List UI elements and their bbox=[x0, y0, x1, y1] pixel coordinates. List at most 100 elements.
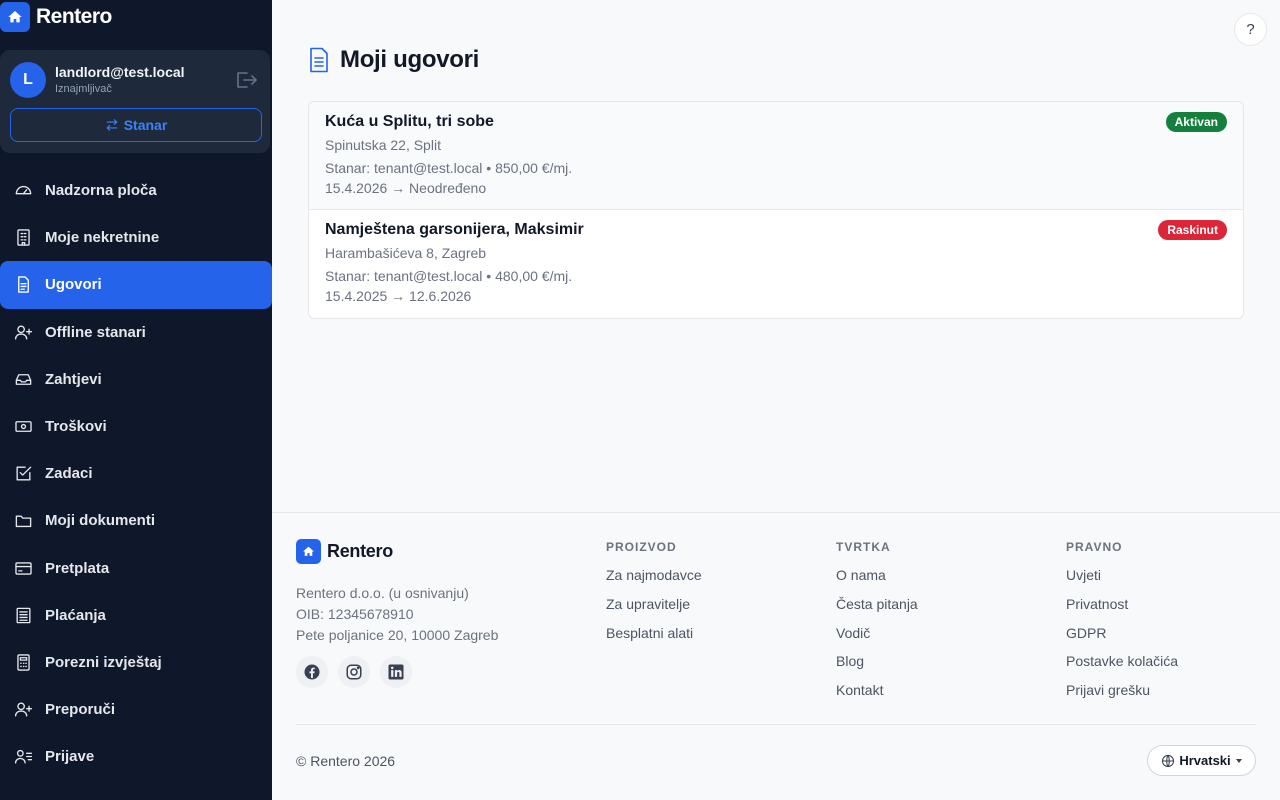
footer-column-legal: PRAVNO Uvjeti Privatnost GDPR Postavke k… bbox=[1066, 540, 1178, 711]
help-button[interactable]: ? bbox=[1234, 13, 1267, 46]
chevron-down-icon bbox=[1235, 758, 1242, 763]
sidebar-item-label: Prijave bbox=[45, 748, 95, 766]
contract-tenant-rent: Stanar: tenant@test.local • 480,00 €/mj. bbox=[325, 268, 573, 284]
footer-link[interactable]: Blog bbox=[836, 653, 918, 682]
sidebar-item[interactable]: Prijave bbox=[0, 733, 272, 780]
footer-link[interactable]: Uvjeti bbox=[1066, 567, 1178, 596]
sidebar-item[interactable]: Moje nekretnine bbox=[0, 214, 272, 261]
cash-icon bbox=[13, 417, 33, 437]
page-title: Moji ugovori bbox=[340, 46, 480, 73]
contract-dates: 15.4.2025 → 12.6.2026 bbox=[325, 288, 472, 304]
user-plus-icon bbox=[13, 700, 33, 720]
sidebar-nav: Nadzorna ploča Moje nekretnine Ugovori Offl… bbox=[0, 167, 272, 780]
footer-column-title: PROIZVOD bbox=[606, 540, 677, 554]
home-icon bbox=[296, 539, 321, 564]
footer-column-product: PROIZVOD Za najmodavce Za upravitelje Be… bbox=[606, 540, 702, 653]
sidebar-item[interactable]: Plaćanja bbox=[0, 592, 272, 639]
facebook-icon[interactable] bbox=[296, 656, 328, 688]
footer-link[interactable]: Česta pitanja bbox=[836, 596, 918, 625]
sidebar-item-label: Zadaci bbox=[45, 465, 93, 483]
sidebar-item-label: Pretplata bbox=[45, 559, 110, 577]
logout-icon[interactable] bbox=[234, 70, 258, 90]
user-list-icon bbox=[13, 747, 33, 767]
document-icon bbox=[310, 47, 328, 73]
switch-role-button[interactable]: Stanar bbox=[10, 108, 262, 142]
checkbox-icon bbox=[13, 464, 33, 484]
status-badge: Aktivan bbox=[1165, 112, 1227, 132]
contract-dates: 15.4.2026 → Neodređeno bbox=[325, 180, 487, 196]
contract-item[interactable]: Kuća u Splitu, tri sobe Spinutska 22, Spl… bbox=[309, 102, 1243, 210]
language-label: Hrvatski bbox=[1179, 753, 1231, 768]
contract-title: Namještena garsonijera, Maksimir bbox=[325, 221, 584, 238]
sidebar-item-label: Zahtjevi bbox=[45, 370, 102, 388]
copyright: © Rentero 2026 bbox=[296, 753, 396, 769]
footer-brand[interactable]: Rentero bbox=[296, 539, 393, 564]
footer-link[interactable]: Za najmodavce bbox=[606, 567, 702, 596]
brand[interactable]: Rentero bbox=[0, 2, 112, 32]
brand-name: Rentero bbox=[36, 5, 112, 28]
page-header: Moji ugovori bbox=[308, 46, 479, 74]
receipt-icon bbox=[13, 605, 33, 625]
folder-icon bbox=[13, 511, 33, 531]
user-email: landlord@test.local bbox=[55, 64, 185, 80]
contracts-list: Kuća u Splitu, tri sobe Spinutska 22, Spl… bbox=[308, 101, 1244, 319]
instagram-icon[interactable] bbox=[338, 656, 370, 688]
footer-column-company: TVRTKA O nama Česta pitanja Vodič Blog K… bbox=[836, 540, 918, 711]
status-badge: Raskinut bbox=[1158, 220, 1227, 240]
sidebar-item[interactable]: Pretplata bbox=[0, 545, 272, 592]
footer-brand-name: Rentero bbox=[327, 541, 393, 561]
inbox-icon bbox=[13, 369, 33, 389]
avatar: L bbox=[10, 62, 46, 98]
sidebar-item[interactable]: Troškovi bbox=[0, 403, 272, 450]
swap-icon bbox=[106, 119, 117, 131]
footer-link[interactable]: Za upravitelje bbox=[606, 596, 702, 625]
sidebar-item-label: Moji dokumenti bbox=[45, 512, 155, 530]
company-name: Rentero d.o.o. (u osnivanju) bbox=[296, 585, 469, 601]
contract-address: Spinutska 22, Split bbox=[325, 137, 441, 153]
contract-address: Harambašićeva 8, Zagreb bbox=[325, 245, 487, 261]
sidebar-item[interactable]: Ugovori bbox=[0, 261, 272, 309]
sidebar-item-label: Moje nekretnine bbox=[45, 229, 160, 247]
sidebar-item[interactable]: Zahtjevi bbox=[0, 356, 272, 403]
contract-tenant-rent: Stanar: tenant@test.local • 850,00 €/mj. bbox=[325, 160, 573, 176]
credit-card-icon bbox=[13, 558, 33, 578]
user-card: L landlord@test.local Iznajmljivač Stana… bbox=[0, 50, 270, 153]
sidebar-item[interactable]: Preporuči bbox=[0, 686, 272, 733]
sidebar-item[interactable]: Nadzorna ploča bbox=[0, 167, 272, 214]
social-links bbox=[296, 656, 412, 688]
building-icon bbox=[13, 228, 33, 248]
linkedin-icon[interactable] bbox=[380, 656, 412, 688]
footer-link[interactable]: Vodič bbox=[836, 625, 918, 654]
footer-link[interactable]: Postavke kolačića bbox=[1066, 653, 1178, 682]
footer-column-title: PRAVNO bbox=[1066, 540, 1123, 554]
contract-title: Kuća u Splitu, tri sobe bbox=[325, 113, 494, 130]
sidebar-item-label: Plaćanja bbox=[45, 606, 106, 624]
footer-divider bbox=[296, 724, 1256, 725]
sidebar-item[interactable]: Moji dokumenti bbox=[0, 497, 272, 544]
sidebar-item-label: Porezni izvještaj bbox=[45, 653, 162, 671]
company-address: Pete poljanice 20, 10000 Zagreb bbox=[296, 627, 499, 643]
sidebar-item-label: Troškovi bbox=[45, 418, 107, 436]
footer-link[interactable]: O nama bbox=[836, 567, 918, 596]
footer-link[interactable]: Besplatni alati bbox=[606, 625, 702, 654]
sidebar-item-label: Offline stanari bbox=[45, 323, 146, 341]
sidebar-item-label: Preporuči bbox=[45, 701, 116, 719]
sidebar: Rentero L landlord@test.local Iznajmljiv… bbox=[0, 0, 272, 800]
language-select[interactable]: Hrvatski bbox=[1147, 745, 1256, 776]
sidebar-item-label: Nadzorna ploča bbox=[45, 182, 157, 200]
footer-link[interactable]: GDPR bbox=[1066, 625, 1178, 654]
user-role: Iznajmljivač bbox=[55, 83, 112, 95]
sidebar-item[interactable]: Porezni izvještaj bbox=[0, 639, 272, 686]
footer-column-title: TVRTKA bbox=[836, 540, 891, 554]
user-plus-icon bbox=[13, 322, 33, 342]
sidebar-item[interactable]: Zadaci bbox=[0, 450, 272, 497]
contract-item[interactable]: Namještena garsonijera, Maksimir Harambaš… bbox=[309, 210, 1243, 318]
sidebar-item[interactable]: Offline stanari bbox=[0, 309, 272, 356]
switch-role-label: Stanar bbox=[123, 117, 168, 133]
footer-link[interactable]: Prijavi grešku bbox=[1066, 682, 1178, 711]
document-icon bbox=[13, 275, 33, 295]
main-content: ? Moji ugovori Kuća u Splitu, tri sobe Sp… bbox=[272, 0, 1280, 800]
footer-link[interactable]: Kontakt bbox=[836, 682, 918, 711]
footer-link[interactable]: Privatnost bbox=[1066, 596, 1178, 625]
footer: Rentero Rentero d.o.o. (u osnivanju) OIB… bbox=[272, 512, 1280, 800]
